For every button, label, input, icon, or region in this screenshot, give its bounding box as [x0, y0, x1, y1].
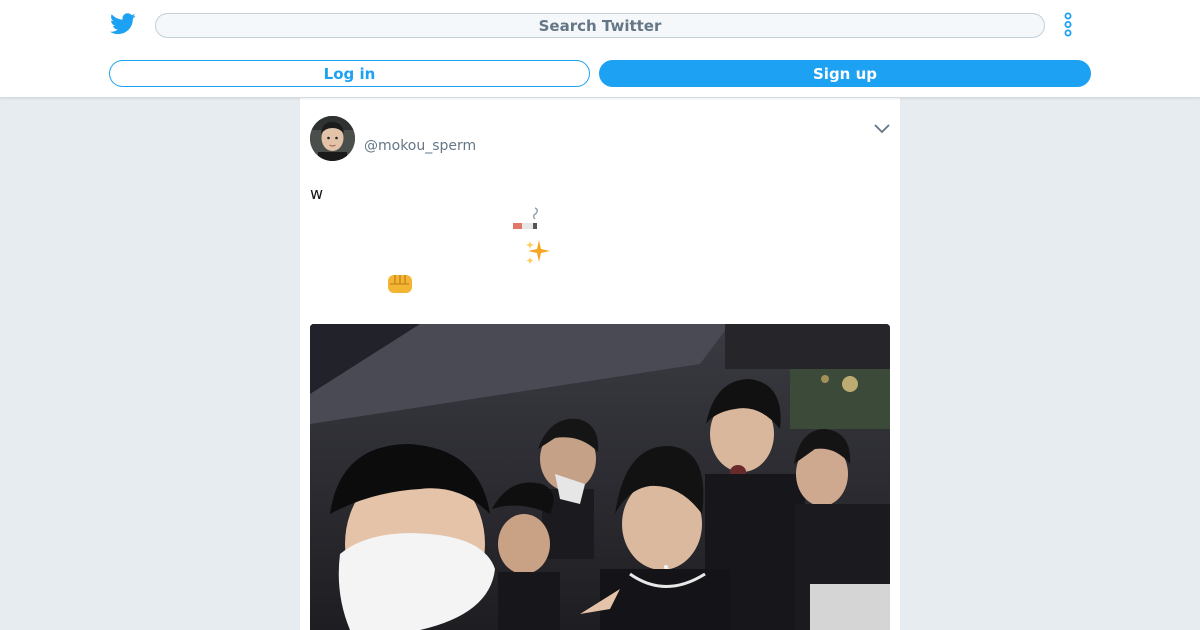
search-placeholder: Search Twitter	[538, 16, 662, 35]
group-photo	[310, 324, 890, 630]
top-bar: Search Twitter Log in Sign up	[0, 0, 1200, 98]
user-handle[interactable]: @mokou_sperm	[364, 138, 476, 154]
tweet-photo[interactable]	[310, 324, 890, 630]
avatar-photo	[310, 116, 355, 161]
search-input[interactable]: Search Twitter	[155, 13, 1045, 38]
login-button[interactable]: Log in	[109, 60, 590, 87]
signup-button[interactable]: Sign up	[599, 60, 1091, 87]
chevron-down-icon[interactable]	[874, 122, 890, 136]
twitter-bird-icon[interactable]	[110, 12, 136, 36]
tweet-text: w	[310, 184, 324, 203]
cigarette-icon	[513, 207, 538, 229]
vertical-dots-icon[interactable]	[1058, 11, 1078, 39]
tweet-card: @mokou_sperm w	[300, 98, 900, 630]
avatar[interactable]	[310, 116, 355, 161]
oncoming-fist-icon	[388, 275, 412, 293]
sparkles-icon	[526, 240, 550, 264]
